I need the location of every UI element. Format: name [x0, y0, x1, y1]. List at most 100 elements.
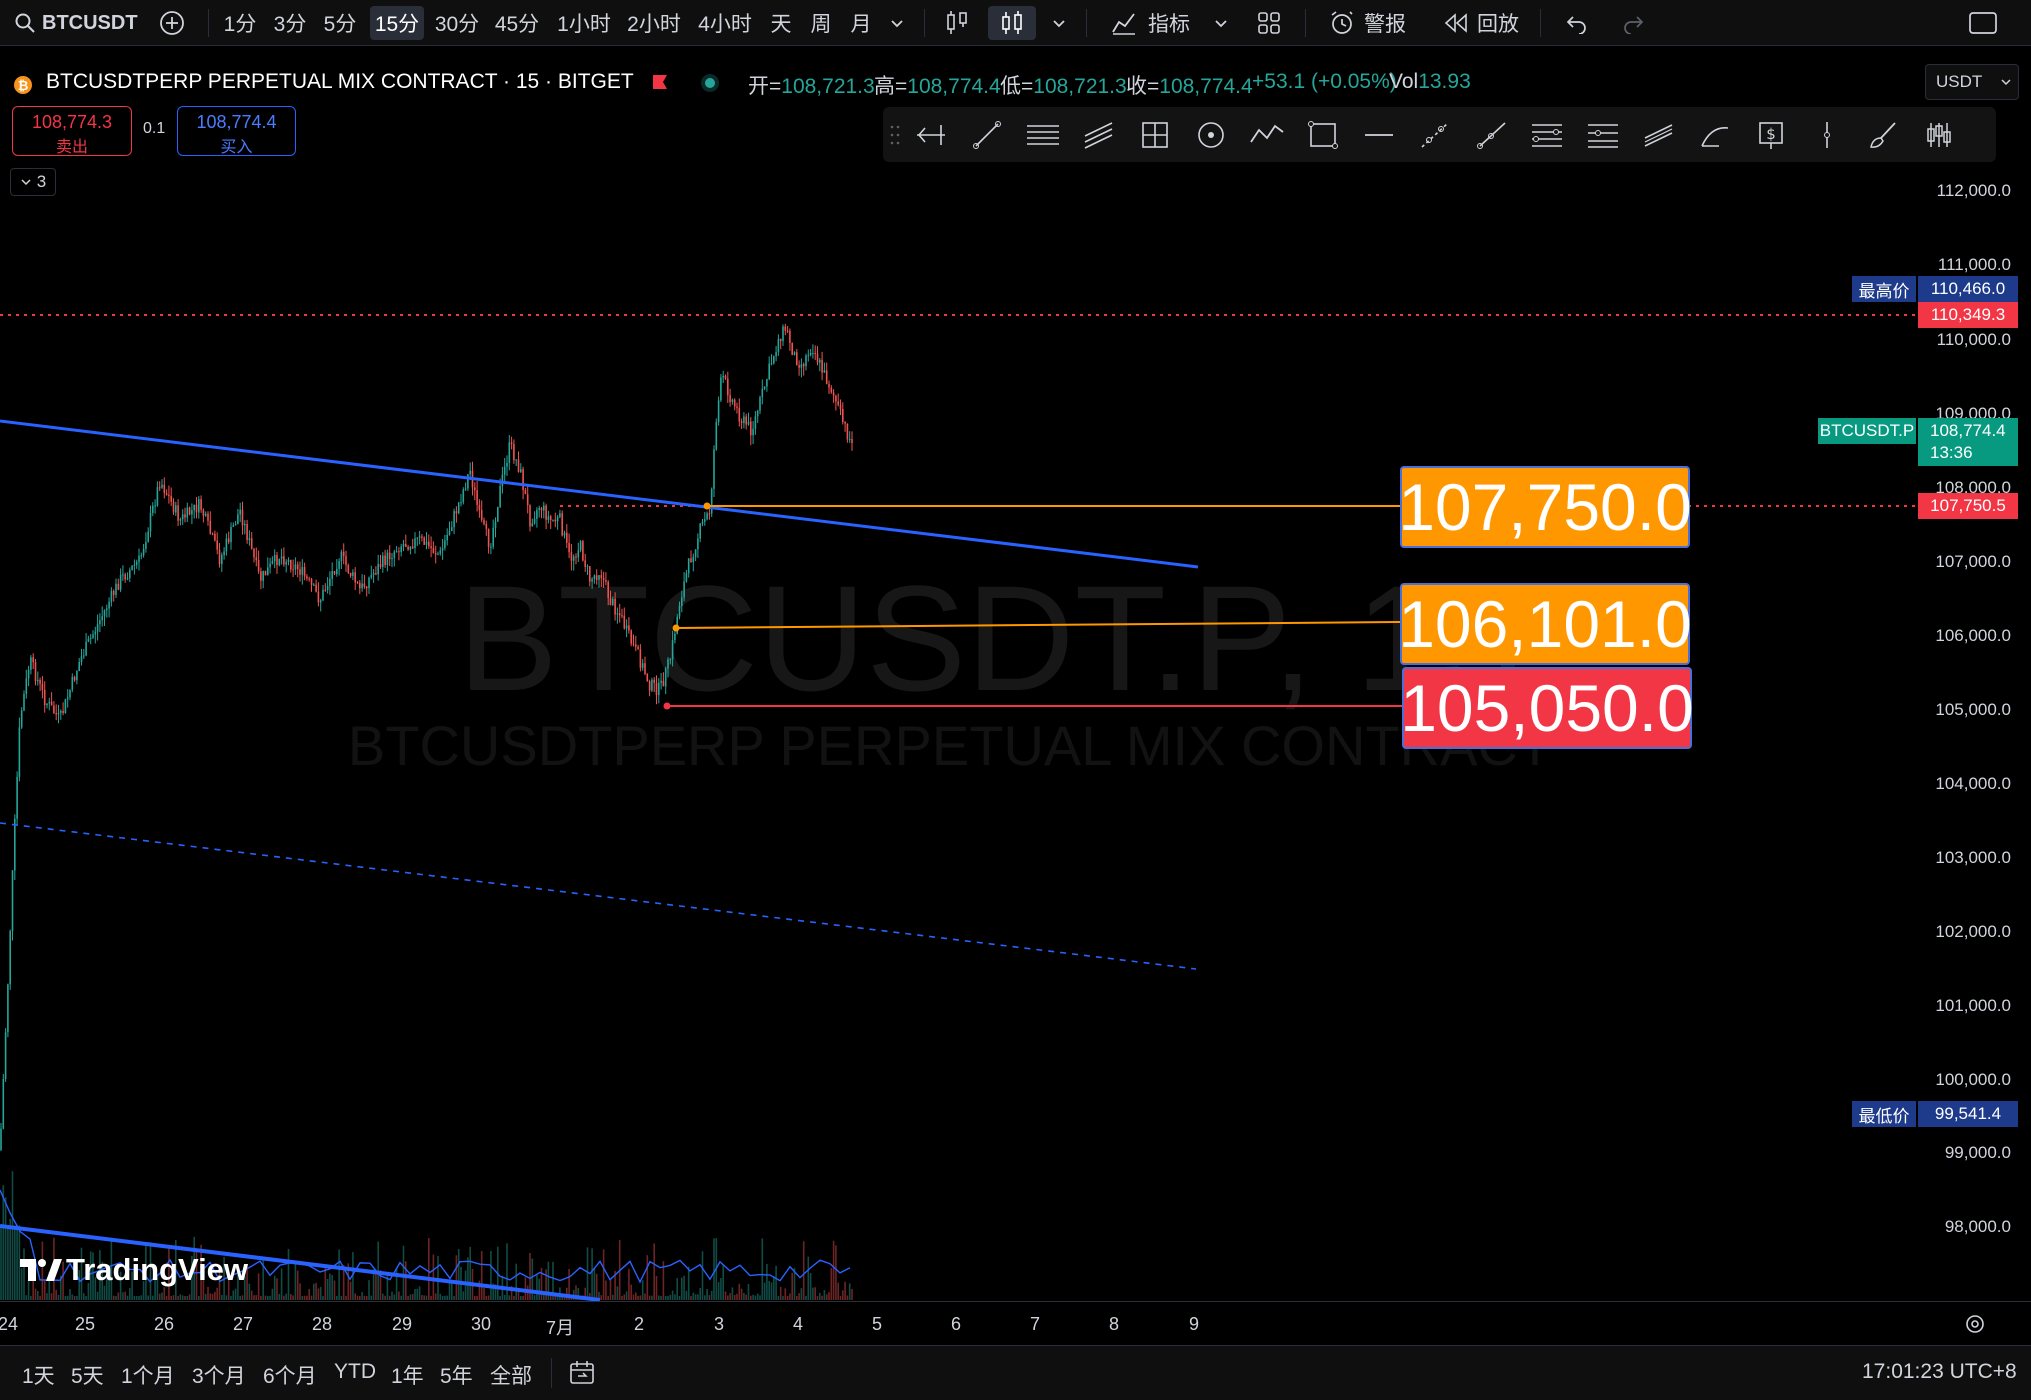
interval-4h[interactable]: 4小时 [693, 6, 757, 40]
interval-2h[interactable]: 2小时 [622, 6, 686, 40]
range-1y[interactable]: 1年 [391, 1360, 424, 1390]
circle-tool[interactable] [1191, 117, 1231, 153]
time-axis[interactable]: 24 25 26 27 28 29 30 7月 2 3 4 5 6 7 8 9 [0, 1301, 2031, 1345]
time-tick: 4 [792, 1314, 804, 1334]
layouts-button[interactable] [1250, 6, 1288, 40]
interval-15m[interactable]: 15分 [370, 6, 424, 40]
chart-type-dropdown[interactable] [1044, 6, 1074, 40]
candle-body [253, 548, 255, 558]
replay-button[interactable]: 回放 [1436, 6, 1526, 40]
level-anchor-3[interactable] [663, 702, 671, 710]
price-range-tool[interactable]: $ [1751, 117, 1791, 153]
volume-bar [825, 1294, 828, 1300]
candle-body [338, 561, 340, 569]
candle-body [690, 558, 692, 563]
range-1d[interactable]: 1天 [22, 1360, 55, 1390]
range-5d[interactable]: 5天 [71, 1360, 104, 1390]
volume-bar [264, 1295, 267, 1300]
alert-button[interactable]: 警报 [1320, 6, 1414, 40]
low-value: 108,721.3 [1033, 75, 1127, 98]
interval-3m[interactable]: 3分 [270, 6, 310, 40]
candle-body [89, 637, 92, 639]
arc-tool[interactable] [1695, 117, 1735, 153]
sell-button[interactable]: 108,774.3 卖出 [12, 106, 132, 156]
level-label-1[interactable]: 107,750.0 [1398, 466, 1692, 548]
candle-body [763, 386, 766, 389]
indicators-button[interactable]: 指标 [1100, 6, 1200, 40]
candle-body [554, 519, 557, 522]
horizontal-ray-tool[interactable] [911, 117, 951, 153]
volume-bar [586, 1247, 589, 1300]
trend-line-tool[interactable] [967, 117, 1007, 153]
candle-body [609, 598, 612, 605]
symbol-search-button[interactable]: BTCUSDT [8, 6, 138, 40]
candle-body [497, 506, 499, 522]
fib-retracement-tool[interactable] [1527, 117, 1567, 153]
volume-bar [667, 1296, 669, 1300]
undo-button[interactable] [1558, 6, 1596, 40]
candle-body [646, 673, 649, 682]
indicators-dropdown[interactable] [1206, 6, 1236, 40]
interval-5m[interactable]: 5分 [320, 6, 360, 40]
candle-body [683, 581, 685, 598]
buy-button[interactable]: 108,774.4 买入 [177, 106, 296, 156]
range-ytd[interactable]: YTD [334, 1360, 376, 1384]
path-tool[interactable] [1247, 117, 1287, 153]
tradingview-logo[interactable]: TradingView [18, 1252, 248, 1288]
volume-bar [198, 1295, 200, 1300]
level-label-3[interactable]: 105,050.0 [1400, 667, 1694, 749]
fib-extension-tool[interactable] [1583, 117, 1623, 153]
candle-body [798, 365, 800, 368]
fullscreen-button[interactable] [1964, 6, 2002, 40]
parallel-channel-tool[interactable] [1079, 117, 1119, 153]
candle-body [715, 422, 718, 450]
candle-body [388, 552, 391, 560]
horizontal-line-tool[interactable] [1359, 117, 1399, 153]
flag-icon[interactable] [651, 73, 669, 91]
collapse-indicators-button[interactable]: 3 [10, 168, 56, 196]
interval-30m[interactable]: 30分 [432, 6, 482, 40]
trend-line-icon [973, 121, 1001, 149]
brush-tool[interactable] [1863, 117, 1903, 153]
extended-line-tool[interactable] [1415, 117, 1455, 153]
rectangle-tool[interactable] [1303, 117, 1343, 153]
watermark-name: BTCUSDTPERP PERPETUAL MIX CONTRACT [348, 714, 1552, 777]
interval-day[interactable]: 天 [763, 6, 799, 40]
redo-button[interactable] [1614, 6, 1652, 40]
ray-tool[interactable] [1471, 117, 1511, 153]
range-6m[interactable]: 6个月 [263, 1360, 317, 1390]
crosshair-box-tool[interactable] [1135, 117, 1175, 153]
parallel-lines-tool[interactable] [1023, 117, 1063, 153]
range-1m[interactable]: 1个月 [121, 1360, 175, 1390]
level-anchor-2[interactable] [672, 624, 680, 632]
compare-symbol-button[interactable] [153, 6, 191, 40]
range-all[interactable]: 全部 [490, 1360, 532, 1390]
volume-bar [395, 1267, 398, 1300]
candle-body [724, 375, 727, 379]
date-range-icon[interactable] [568, 1359, 596, 1387]
market-status-icon[interactable] [700, 73, 720, 93]
interval-week[interactable]: 周 [803, 6, 839, 40]
dotted-trendline[interactable] [0, 822, 1197, 970]
fib-channel-tool[interactable] [1639, 117, 1679, 153]
bar-style-button[interactable] [938, 6, 976, 40]
drag-handle[interactable] [885, 117, 905, 153]
interval-45m[interactable]: 45分 [492, 6, 542, 40]
candles-style-button[interactable] [988, 6, 1036, 40]
level-anchor-1[interactable] [703, 502, 711, 510]
candle-body [423, 537, 425, 545]
candle-body [637, 646, 639, 650]
range-3m[interactable]: 3个月 [192, 1360, 246, 1390]
interval-1m[interactable]: 1分 [220, 6, 260, 40]
interval-month[interactable]: 月 [843, 6, 879, 40]
candle-body [211, 533, 214, 535]
clock-timezone[interactable]: 17:01:23 UTC+8 [1862, 1360, 2017, 1384]
interval-dropdown[interactable] [882, 6, 912, 40]
vertical-line-tool[interactable] [1807, 117, 1847, 153]
candle-body [186, 507, 189, 518]
level-label-2[interactable]: 106,101.0 [1398, 583, 1692, 665]
descending-trendline[interactable] [0, 419, 1199, 569]
interval-1h[interactable]: 1小时 [552, 6, 616, 40]
volume-bar [455, 1255, 458, 1300]
range-5y[interactable]: 5年 [440, 1360, 473, 1390]
